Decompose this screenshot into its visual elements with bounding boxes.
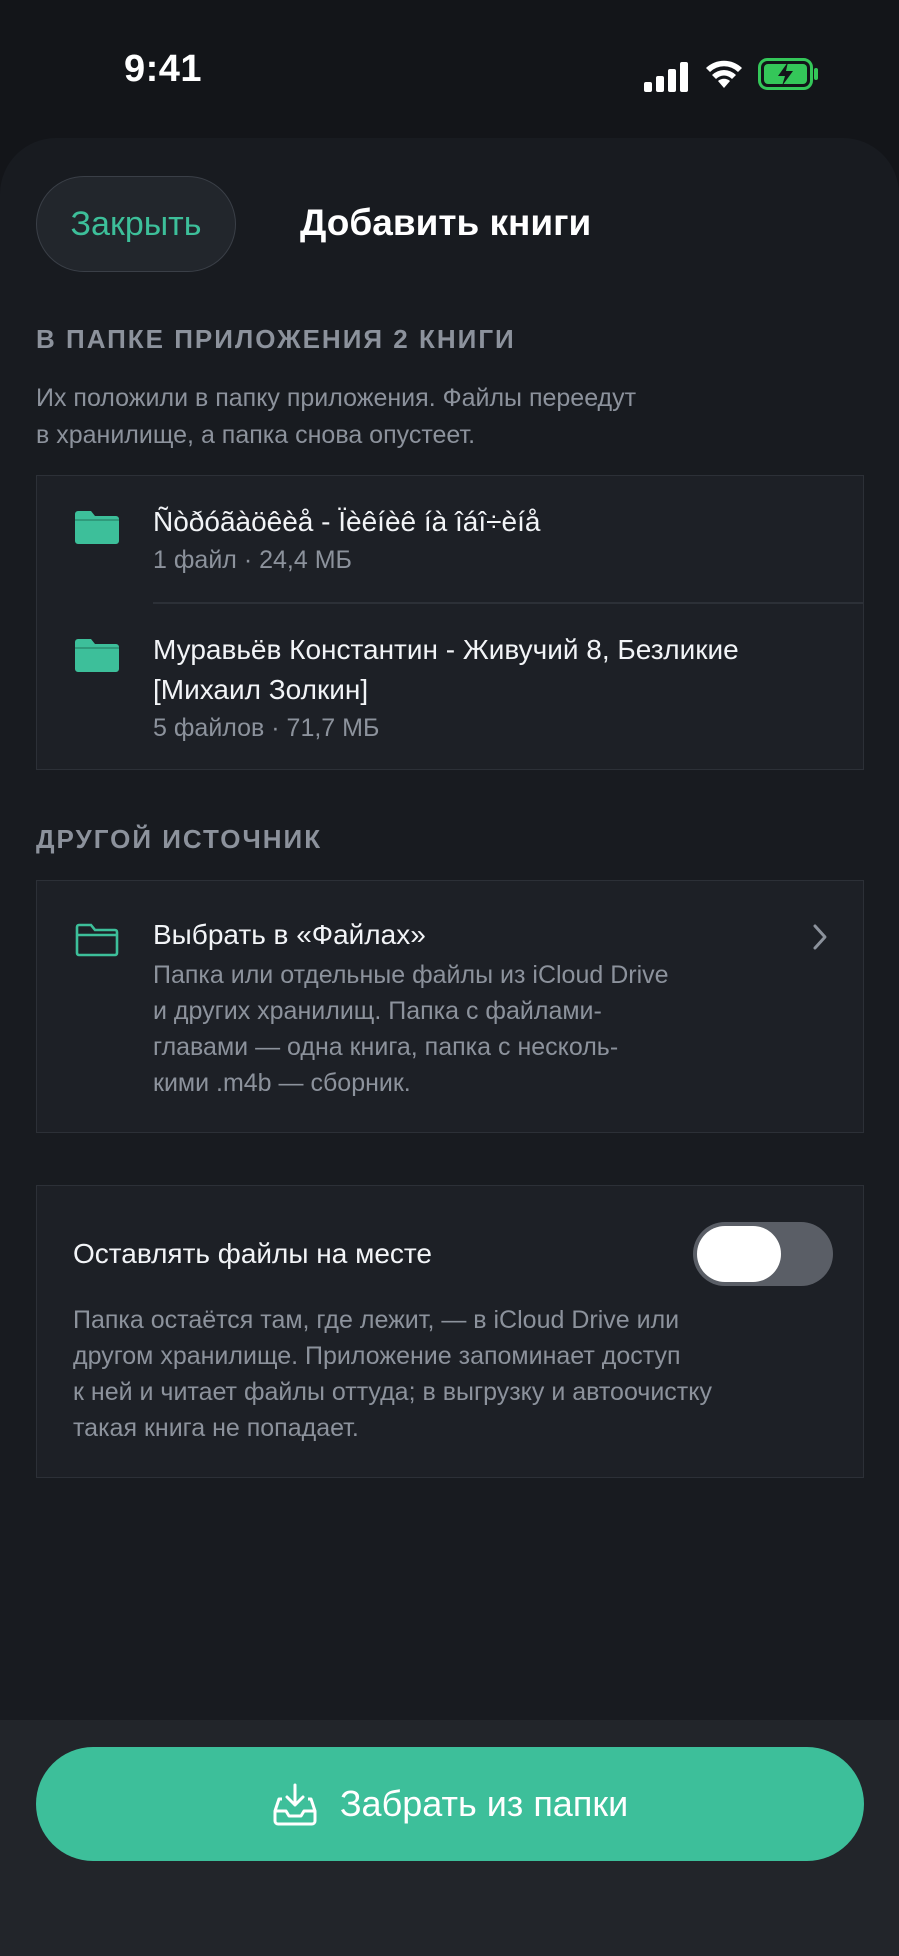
inbox-description: Их положили в папку приложения. Файлы пе… — [36, 380, 756, 454]
divider — [153, 602, 863, 604]
description-line: к ней и читает файлы оттуда; в выгрузку … — [73, 1378, 712, 1406]
list-item-meta: 5 файлов · 71,7 МБ — [153, 714, 380, 742]
page-title: Добавить книги — [300, 202, 592, 243]
list-item-title-line: [Михаил Золкин] — [153, 674, 369, 705]
description-line: Папка или отдельные файлы из iCloud Driv… — [153, 961, 669, 989]
keep-files-card: Оставлять файлы на месте Папка остаётся … — [36, 1185, 864, 1478]
keep-files-description: Папка остаётся там, где лежит, — в iClou… — [73, 1302, 833, 1446]
folder-outline-icon — [75, 923, 119, 957]
list-item-title: Муравьёв Константин - Живучий 8, Безлики… — [153, 630, 843, 710]
signal-icon — [644, 62, 688, 92]
tray-download-icon — [273, 1783, 317, 1826]
inbox-list: Ñòðóãàöêèå - Ïèêíèê íà îáî÷èíå 1 файл · … — [36, 475, 864, 770]
choose-in-files-row[interactable]: Выбрать в «Файлах» Папка или отдельные ф… — [36, 880, 864, 1133]
keep-files-label: Оставлять файлы на месте — [73, 1238, 432, 1269]
status-time: 9:41 — [124, 48, 203, 90]
choose-in-files-description: Папка или отдельные файлы из iCloud Driv… — [153, 957, 773, 1101]
list-item-title-line: Муравьёв Константин - Живучий 8, Безлики… — [153, 634, 739, 665]
take-from-folder-label: Забрать из папки — [339, 1783, 629, 1824]
description-line: и других хранилищ. Папка с файлами- — [153, 997, 602, 1025]
chevron-right-icon — [813, 924, 827, 950]
battery-charging-icon — [758, 58, 818, 90]
list-item-title: Ñòðóãàöêèå - Ïèêíèê íà îáî÷èíå — [153, 506, 541, 537]
other-source-section-title: ДРУГОЙ ИСТОЧНИК — [36, 824, 323, 854]
folder-icon — [75, 639, 119, 672]
inbox-section-title: В ПАПКЕ ПРИЛОЖЕНИЯ 2 КНИГИ — [36, 324, 516, 354]
description-line: кими .m4b — сборник. — [153, 1069, 411, 1097]
status-bar: 9:41 — [0, 0, 899, 140]
description-line: Папка остаётся там, где лежит, — в iClou… — [73, 1306, 680, 1334]
toggle-knob — [697, 1226, 781, 1282]
choose-in-files-title: Выбрать в «Файлах» — [153, 919, 426, 950]
inbox-description-line: Их положили в папку приложения. Файлы пе… — [36, 384, 637, 412]
list-item-meta: 1 файл · 24,4 МБ — [153, 546, 352, 574]
folder-icon — [75, 511, 119, 544]
close-button[interactable]: Закрыть — [36, 176, 236, 272]
inbox-description-line: в хранилище, а папка снова опустеет. — [36, 421, 476, 449]
description-line: такая книга не попадает. — [73, 1414, 359, 1442]
take-from-folder-button[interactable]: Забрать из папки — [36, 1747, 864, 1861]
wifi-icon — [706, 60, 742, 88]
description-line: другом хранилище. Приложение запоминает … — [73, 1342, 681, 1370]
description-line: главами — одна книга, папка с несколь- — [153, 1033, 619, 1061]
keep-files-toggle[interactable] — [693, 1222, 833, 1286]
